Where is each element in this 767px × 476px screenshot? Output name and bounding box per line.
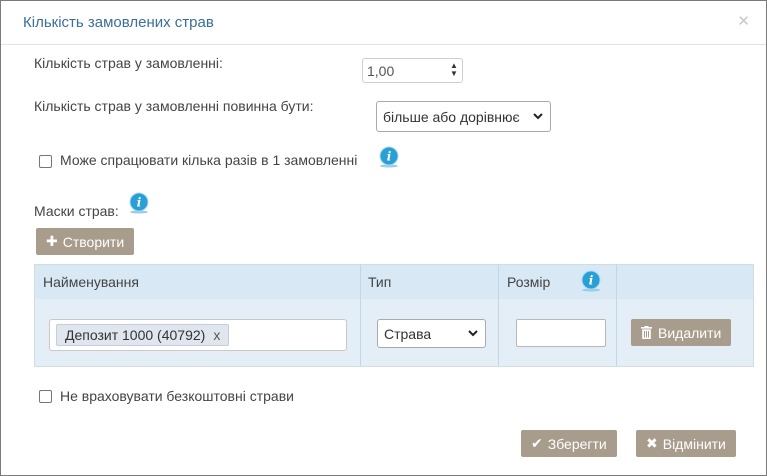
dialog: Кількість замовлених страв ✕ Кількість с…: [0, 0, 767, 476]
masks-table: Найменування Тип Розмір i Депозит 1000 (…: [34, 264, 754, 367]
save-button[interactable]: ✔ Зберегти: [521, 430, 617, 457]
ignore-free-label: Не враховувати безкоштовні страви: [60, 388, 294, 404]
condition-label: Кількість страв у замовленні повинна бут…: [34, 98, 314, 114]
trash-icon: [641, 326, 652, 339]
masks-label: Маски страв:: [34, 203, 119, 219]
dish-tag: Депозит 1000 (40792) x: [56, 324, 230, 346]
table-row: Депозит 1000 (40792) x Страва Видалити: [35, 299, 753, 366]
tag-remove-icon[interactable]: x: [213, 327, 220, 343]
column-header-name: Найменування: [43, 274, 139, 290]
multiple-checkbox[interactable]: [39, 155, 52, 168]
dish-tag-label: Депозит 1000 (40792): [65, 327, 206, 343]
condition-select[interactable]: більше або дорівнює: [376, 101, 551, 132]
quantity-value: 1,00: [367, 63, 395, 79]
plus-icon: ✚: [46, 233, 58, 249]
table-header: Найменування Тип Розмір i: [35, 265, 753, 299]
delete-button-label: Видалити: [658, 324, 722, 341]
ignore-free-checkbox[interactable]: [39, 390, 52, 403]
chevron-down-icon: [533, 113, 543, 120]
chevron-down-icon: [468, 330, 478, 337]
column-header-type: Тип: [368, 274, 392, 290]
delete-button[interactable]: Видалити: [631, 319, 732, 346]
create-button-label: Створити: [62, 233, 125, 250]
close-icon: ✖: [646, 435, 658, 451]
dish-tag-input[interactable]: Депозит 1000 (40792) x: [49, 319, 347, 351]
svg-text:i: i: [387, 150, 392, 164]
quantity-stepper[interactable]: 1,00 ▲ ▼: [362, 58, 463, 83]
close-icon[interactable]: ✕: [737, 14, 750, 29]
column-divider: [498, 265, 499, 366]
quantity-label: Кількість страв у замовленні:: [34, 55, 223, 71]
dialog-header: Кількість замовлених страв ✕: [1, 1, 766, 45]
save-button-label: Зберегти: [547, 435, 607, 452]
info-icon[interactable]: i: [580, 270, 602, 292]
svg-text:i: i: [589, 274, 594, 288]
info-icon[interactable]: i: [378, 146, 400, 168]
cancel-button-label: Відмінити: [662, 435, 726, 452]
type-select[interactable]: Страва: [377, 319, 486, 348]
column-header-size: Розмір: [507, 274, 551, 290]
size-input[interactable]: [516, 319, 606, 347]
cancel-button[interactable]: ✖ Відмінити: [636, 430, 736, 457]
info-icon[interactable]: i: [128, 192, 150, 214]
dialog-title: Кількість замовлених страв: [23, 14, 214, 31]
type-select-value: Страва: [384, 326, 432, 342]
column-divider: [360, 265, 361, 366]
create-button[interactable]: ✚ Створити: [36, 228, 135, 255]
svg-text:i: i: [137, 196, 142, 210]
column-divider: [616, 265, 617, 366]
spin-arrows-icon[interactable]: ▲ ▼: [449, 62, 459, 79]
checkmark-icon: ✔: [531, 435, 543, 451]
multiple-label: Може спрацювати кілька разів в 1 замовле…: [60, 152, 358, 168]
condition-select-value: більше або дорівнює: [383, 109, 520, 125]
